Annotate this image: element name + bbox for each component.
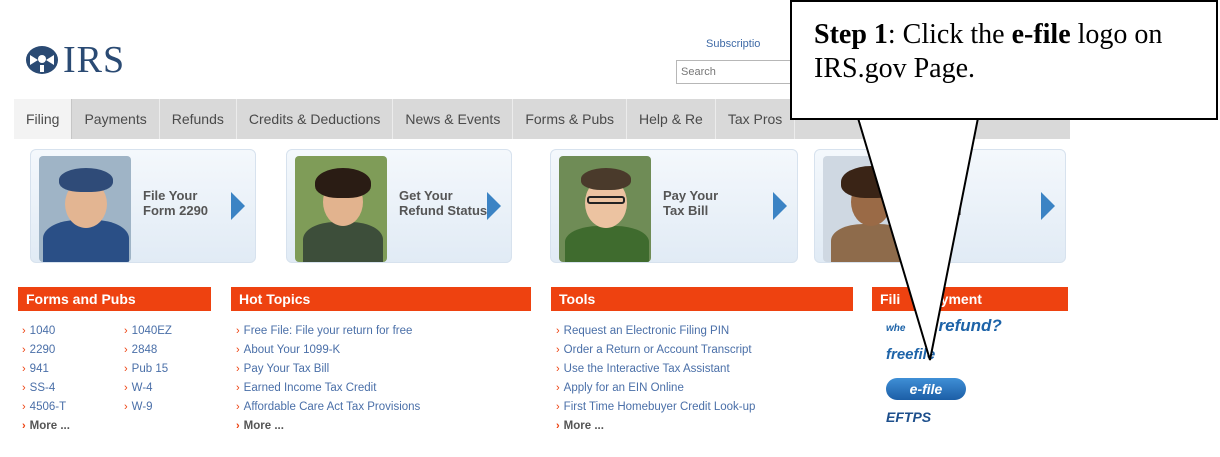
form-link[interactable]: › 2848: [124, 341, 172, 360]
tool-link[interactable]: › Apply for an EIN Online: [556, 379, 755, 398]
more-link[interactable]: › More ...: [556, 417, 755, 436]
promo-espanol[interactable]: v pañol: [814, 149, 1066, 263]
hot-topic-link[interactable]: › Earned Income Tax Credit: [236, 379, 420, 398]
hot-topic-link[interactable]: › Free File: File your return for free: [236, 322, 420, 341]
hot-topic-link[interactable]: › About Your 1099-K: [236, 341, 420, 360]
promo-refund-status[interactable]: Get Your Refund Status: [286, 149, 512, 263]
e-file-logo[interactable]: e-file: [886, 378, 966, 400]
form-link[interactable]: › 4506-T: [22, 398, 70, 417]
arrow-right-icon: [231, 192, 245, 220]
form-link[interactable]: › 2290: [22, 341, 70, 360]
more-link[interactable]: › More ...: [236, 417, 420, 436]
form-link[interactable]: › 1040: [22, 322, 70, 341]
forms-col-2: › 1040EZ › 2848 › Pub 15 › W-4 › W-9: [124, 322, 172, 417]
callout-step: Step 1: [814, 19, 888, 50]
form-link[interactable]: › W-4: [124, 379, 172, 398]
form-link[interactable]: › Pub 15: [124, 360, 172, 379]
nav-filing[interactable]: Filing: [14, 99, 73, 139]
arrow-right-icon: [1041, 192, 1055, 220]
callout-bold: e-file: [1011, 19, 1071, 50]
hot-topic-link[interactable]: › Affordable Care Act Tax Provisions: [236, 398, 420, 417]
filing-payment-header: Fili Payment: [872, 287, 1068, 311]
form-link[interactable]: › 1040EZ: [124, 322, 172, 341]
promo-text: Pay Your Tax Bill: [663, 188, 719, 218]
more-link[interactable]: › More ...: [22, 417, 70, 436]
nav-news-events[interactable]: News & Events: [393, 99, 514, 139]
hot-topics-list: › Free File: File your return for free › A…: [236, 322, 420, 436]
eftps-logo[interactable]: EFTPS: [886, 409, 931, 425]
student-photo: [559, 156, 651, 262]
promo-text: v pañol: [927, 188, 962, 218]
filing-payment-logos: whe refund? freefile e-file EFTPS: [880, 316, 1070, 456]
form-link[interactable]: › 941: [22, 360, 70, 379]
callout-text-a: : Click the: [887, 19, 1012, 50]
hot-topic-link[interactable]: › Pay Your Tax Bill: [236, 360, 420, 379]
tools-list: › Request an Electronic Filing PIN › Order…: [556, 322, 755, 436]
forms-col-1: › 1040 › 2290 › 941 › SS-4 › 4506-T › More ...: [22, 322, 70, 436]
forms-and-pubs-header: Forms and Pubs: [18, 287, 211, 311]
form-link[interactable]: › W-9: [124, 398, 172, 417]
nav-payments[interactable]: Payments: [72, 99, 160, 139]
promo-pay-tax-bill[interactable]: Pay Your Tax Bill: [550, 149, 798, 263]
man-photo: [39, 156, 131, 262]
nav-refunds[interactable]: Refunds: [160, 99, 237, 139]
promo-text: File Your Form 2290: [143, 188, 209, 218]
nav-credits-deductions[interactable]: Credits & Deductions: [237, 99, 394, 139]
instruction-callout: Step 1: Click the e-file logo on IRS.gov…: [790, 0, 1218, 120]
free-file-logo[interactable]: freefile: [886, 346, 935, 363]
promo-strip: File Your Form 2290 Get Your Refund Stat…: [18, 149, 1066, 267]
woman-photo: [295, 156, 387, 262]
subscriptions-link[interactable]: Subscriptio: [706, 38, 760, 50]
hot-topics-header: Hot Topics: [231, 287, 531, 311]
irs-logo[interactable]: IRS: [24, 38, 125, 82]
promo-file-2290[interactable]: File Your Form 2290: [30, 149, 256, 263]
woman-photo: [823, 156, 915, 262]
nav-tax-pros[interactable]: Tax Pros: [716, 99, 796, 139]
form-link[interactable]: › SS-4: [22, 379, 70, 398]
nav-help-resources[interactable]: Help & Re: [627, 99, 716, 139]
arrow-right-icon: [773, 192, 787, 220]
tool-link[interactable]: › First Time Homebuyer Credit Look-up: [556, 398, 755, 417]
nav-forms-pubs[interactable]: Forms & Pubs: [513, 99, 628, 139]
eagle-icon: [24, 43, 60, 77]
arrow-right-icon: [487, 192, 501, 220]
wheres-my-refund-logo[interactable]: whe refund?: [886, 316, 1002, 336]
tool-link[interactable]: › Request an Electronic Filing PIN: [556, 322, 755, 341]
tool-link[interactable]: › Use the Interactive Tax Assistant: [556, 360, 755, 379]
logo-text: IRS: [63, 39, 126, 81]
tool-link[interactable]: › Order a Return or Account Transcript: [556, 341, 755, 360]
tools-header: Tools: [551, 287, 853, 311]
promo-text: Get Your Refund Status: [399, 188, 488, 218]
